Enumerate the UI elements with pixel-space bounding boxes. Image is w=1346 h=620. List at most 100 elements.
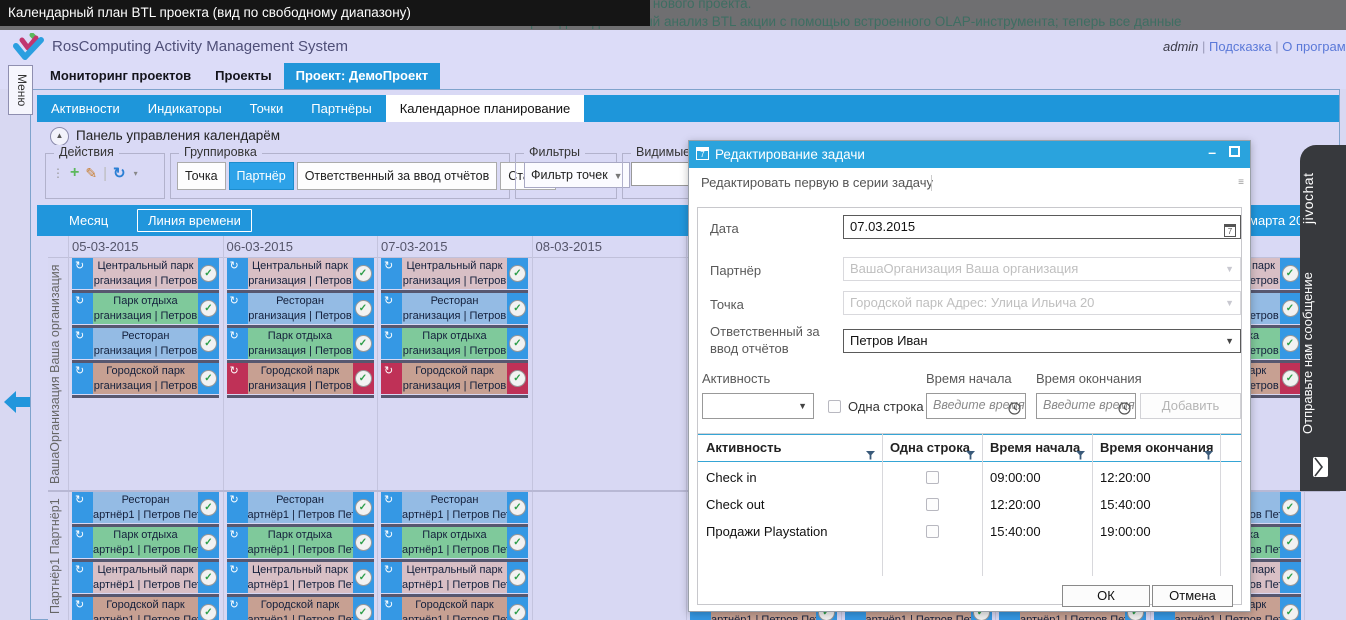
calendar-event[interactable]: ↻Парк отдыхаартнёр1 | Петров Пет✓ <box>381 527 528 558</box>
status-check-icon: ✓ <box>200 335 217 352</box>
calendar-event[interactable]: ↻Ресторанартнёр1 | Петров Пет✓ <box>227 492 374 523</box>
grid-column-header[interactable]: Одна строка <box>882 435 982 461</box>
main-tab[interactable]: Проекты <box>203 63 283 89</box>
menu-vertical-tab[interactable]: Меню <box>8 65 33 115</box>
event-place: Городской парк <box>248 598 353 613</box>
calendar-event[interactable]: ↻Ресторанрганизация | Петров✓ <box>227 293 374 324</box>
one-line-checkbox[interactable] <box>828 400 841 413</box>
grid-column-header[interactable]: Время окончания <box>1092 435 1220 461</box>
event-left-cap: ↻ <box>227 328 248 359</box>
grid-row[interactable]: Продажи Playstation15:40:0019:00:00 <box>698 518 1241 545</box>
responsible-dropdown[interactable]: Петров Иван▼ <box>843 329 1241 353</box>
status-check-icon: ✓ <box>200 569 217 586</box>
event-subtitle: артнёр1 | Петров Пет <box>93 613 198 620</box>
jivochat-tab[interactable]: jivochat Отправьте нам сообщение <box>1300 145 1346 491</box>
calendar-event[interactable]: ↻Городской паркартнёр1 | Петров Пет✓ <box>381 597 528 620</box>
one-line-checkbox[interactable] <box>926 525 939 538</box>
status-check-icon: ✓ <box>355 300 372 317</box>
calendar-event[interactable]: ↻Парк отдыхарганизация | Петров✓ <box>227 328 374 359</box>
calendar-event[interactable]: ↻Ресторанартнёр1 | Петров Пет✓ <box>381 492 528 523</box>
calendar-event[interactable]: ↻Центральный паркрганизация | Петров✓ <box>72 258 219 289</box>
calendar-event[interactable]: ↻Ресторанрганизация | Петров✓ <box>72 328 219 359</box>
event-body: Парк отдыхаартнёр1 | Петров Пет <box>402 527 507 558</box>
calendar-event[interactable]: ↻Парк отдыхарганизация | Петров✓ <box>381 328 528 359</box>
calendar-event[interactable]: ↻Парк отдыхаартнёр1 | Петров Пет✓ <box>227 527 374 558</box>
grid-cell-start: 12:20:00 <box>982 491 1041 518</box>
recurrence-icon: ↻ <box>384 364 393 377</box>
event-place: Парк отдыха <box>402 329 507 344</box>
calendar-icon[interactable]: 7 <box>1224 219 1236 239</box>
event-subtitle: рганизация | Петров <box>248 379 353 394</box>
grid-column-header[interactable]: Время начала <box>982 435 1092 461</box>
grouping-button[interactable]: Партнёр <box>229 162 294 190</box>
sub-tab[interactable]: Партнёры <box>297 95 385 122</box>
status-check-icon: ✓ <box>509 370 526 387</box>
clock-icon[interactable] <box>1008 400 1021 419</box>
one-line-checkbox[interactable] <box>926 471 939 484</box>
main-tab[interactable]: Проект: ДемоПроект <box>284 63 440 89</box>
month-view-button[interactable]: Месяц <box>69 205 108 236</box>
minimize-icon[interactable]: – <box>1208 144 1216 160</box>
timeline-view-button[interactable]: Линия времени <box>137 209 252 232</box>
calendar-event[interactable]: ↻Городской паркрганизация | Петров✓ <box>72 363 219 394</box>
cancel-button[interactable]: Отмена <box>1152 585 1233 607</box>
event-subtitle: рганизация | Петров <box>93 344 198 359</box>
calendar-event[interactable]: ↻Городской паркартнёр1 | Петров Пет✓ <box>72 597 219 620</box>
edit-pencil-icon[interactable]: ✎ <box>85 165 97 182</box>
overflow-chevron-icon[interactable]: ▾ <box>134 169 138 178</box>
start-time-input[interactable]: Введите время <box>926 393 1026 419</box>
status-check-icon: ✓ <box>355 534 372 551</box>
help-link[interactable]: Подсказка <box>1209 39 1272 54</box>
sub-tab[interactable]: Точки <box>236 95 298 122</box>
grouping-button[interactable]: Точка <box>177 162 226 190</box>
sub-tab[interactable]: Активности <box>37 95 134 122</box>
calendar-event[interactable]: ↻Городской паркрганизация | Петров✓ <box>227 363 374 394</box>
calendar-event[interactable]: ↻Ресторанрганизация | Петров✓ <box>381 293 528 324</box>
event-body: Ресторанрганизация | Петров <box>402 293 507 324</box>
activity-dropdown[interactable]: ▼ <box>702 393 814 419</box>
event-left-cap: ↻ <box>381 293 402 324</box>
status-check-icon: ✓ <box>509 534 526 551</box>
grid-column-header[interactable]: Активность <box>698 435 882 461</box>
refresh-icon[interactable]: ↻ <box>113 164 126 182</box>
calendar-event[interactable]: ↻Ресторанартнёр1 | Петров Пет✓ <box>72 492 219 523</box>
add-button[interactable]: Добавить <box>1140 393 1241 419</box>
calendar-event[interactable]: ↻Центральный паркартнёр1 | Петров Пет✓ <box>227 562 374 593</box>
clock-icon[interactable] <box>1118 400 1131 419</box>
sub-tab[interactable]: Календарное планирование <box>386 95 585 122</box>
chevron-down-icon: ▼ <box>1225 330 1234 352</box>
collapse-panel-button[interactable]: ▲ <box>50 127 69 146</box>
calendar-event[interactable]: ↻Городской паркартнёр1 | Петров Пет✓ <box>227 597 374 620</box>
calendar-event[interactable]: ↻Центральный паркрганизация | Петров✓ <box>227 258 374 289</box>
dialog-title-bar[interactable]: 7 Редактирование задачи – <box>689 141 1250 168</box>
date-input[interactable]: 07.03.2015 7 <box>843 215 1241 239</box>
one-line-checkbox[interactable] <box>926 498 939 511</box>
calendar-event[interactable]: ↻Центральный паркрганизация | Петров✓ <box>381 258 528 289</box>
event-body: Центральный паркартнёр1 | Петров Пет <box>248 562 353 593</box>
event-body: Центральный паркрганизация | Петров <box>93 258 198 289</box>
end-time-input[interactable]: Введите время <box>1036 393 1136 419</box>
about-link[interactable]: О программе <box>1282 39 1345 54</box>
point-filter-dropdown[interactable]: Фильтр точек▼ <box>524 162 630 188</box>
event-place: Ресторан <box>248 493 353 508</box>
sub-tab[interactable]: Индикаторы <box>134 95 236 122</box>
grid-row[interactable]: Check out12:20:0015:40:00 <box>698 491 1241 518</box>
recurrence-icon: ↻ <box>230 493 239 506</box>
edit-first-in-series-menu-item[interactable]: Редактировать первую в серии задачу <box>701 168 933 198</box>
calendar-event[interactable]: ↻Городской паркрганизация | Петров✓ <box>381 363 528 394</box>
ok-button[interactable]: ОК <box>1062 585 1150 607</box>
menu-overflow-icon[interactable]: ≡ <box>1238 168 1244 198</box>
calendar-event[interactable]: ↻Парк отдыхаартнёр1 | Петров Пет✓ <box>72 527 219 558</box>
grouping-button[interactable]: Ответственный за ввод отчётов <box>297 162 498 190</box>
collapse-left-arrow-icon[interactable] <box>3 389 30 415</box>
event-right-cap: ✓ <box>507 492 528 523</box>
dialog-menu-bar: Редактировать первую в серии задачу ≡ <box>689 168 1250 198</box>
main-tab[interactable]: Мониторинг проектов <box>38 63 203 89</box>
grid-row[interactable]: Check in09:00:0012:20:00 <box>698 464 1241 491</box>
maximize-icon[interactable] <box>1229 146 1240 157</box>
calendar-event[interactable]: ↻Центральный паркартнёр1 | Петров Пет✓ <box>381 562 528 593</box>
calendar-event[interactable]: ↻Центральный паркартнёр1 | Петров Пет✓ <box>72 562 219 593</box>
calendar-event[interactable]: ↻Парк отдыхарганизация | Петров✓ <box>72 293 219 324</box>
event-right-cap: ✓ <box>198 293 219 324</box>
add-icon[interactable]: + <box>70 164 79 182</box>
